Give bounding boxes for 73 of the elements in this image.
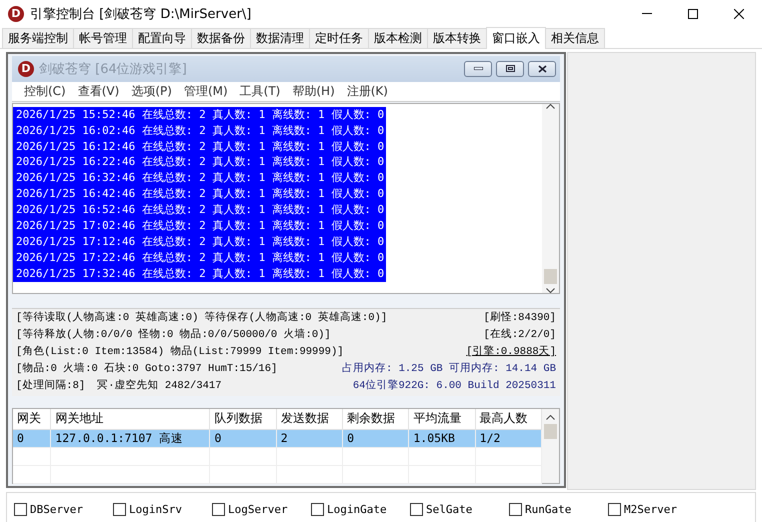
column-header[interactable]: 队列数据	[210, 409, 276, 429]
status-text: [引擎:0.9888天]	[466, 345, 556, 360]
checkbox[interactable]	[410, 503, 423, 516]
checkbox[interactable]	[311, 503, 324, 516]
menu-item[interactable]: 查看(V)	[72, 82, 126, 100]
table-cell: 127.0.0.1:7107 高速	[50, 429, 210, 447]
minimize-button[interactable]	[464, 60, 492, 77]
menu-item[interactable]: 帮助(H)	[286, 82, 341, 100]
status-text: [等待读取(人物高速:0 英雄高速:0) 等待保存(人物高速:0 英雄高速:0)]	[16, 311, 388, 326]
close-icon	[734, 8, 744, 18]
table-cell: 0	[210, 429, 276, 447]
table-cell: 2	[276, 429, 343, 447]
scroll-thumb[interactable]	[544, 269, 557, 284]
status-text: [等待释放(人物:0/0/0 怪物:0 物品:0/0/50000/0 火墙:0)]	[16, 328, 331, 343]
scroll-thumb[interactable]	[544, 424, 557, 439]
scrollbar[interactable]	[542, 409, 559, 483]
table-cell: 1.05KB	[408, 429, 476, 447]
close-icon	[538, 64, 546, 73]
checkbox-label[interactable]: RunGate	[525, 503, 572, 516]
restore-icon	[506, 65, 514, 72]
menu-item[interactable]: 工具(T)	[234, 82, 286, 100]
menu-item[interactable]: 控制(C)	[18, 82, 72, 100]
menu-item[interactable]: 注册(K)	[340, 82, 394, 100]
tab[interactable]: 帐号管理	[73, 28, 133, 48]
status-text: [刷怪:84390]	[484, 311, 556, 326]
tab[interactable]: 数据备份	[191, 28, 251, 48]
status-text: [物品:0 火墙:0 石块:0 Goto:3797 HumT:15/16]	[16, 362, 278, 377]
table-cell: 0	[342, 429, 409, 447]
table-cell: 1/2	[475, 429, 542, 447]
tab[interactable]: 版本检测	[368, 28, 428, 48]
restore-button[interactable]	[496, 60, 524, 77]
column-header[interactable]: 网关	[13, 409, 51, 429]
scrollbar[interactable]	[542, 104, 559, 293]
table-cell: 0	[13, 429, 51, 447]
minimize-icon	[642, 13, 652, 14]
maximize-icon	[688, 8, 698, 18]
tab[interactable]: 服务端控制	[2, 28, 74, 48]
close-button[interactable]	[528, 60, 556, 77]
column-header[interactable]: 网关地址	[50, 409, 210, 429]
checkbox-label[interactable]: LoginGate	[327, 503, 387, 516]
tab[interactable]: 版本转换	[427, 28, 487, 48]
table-row[interactable]: 0 127.0.0.1:7107 高速 0 2 0 1.05KB 1/2	[13, 429, 542, 447]
window-title: 引擎控制台 [剑破苍穹 D:\MirServer\]	[30, 6, 252, 22]
column-header[interactable]: 平均流量	[408, 409, 476, 429]
embedded-window-title: 剑破苍穹 [64位游戏引擎]	[39, 60, 187, 78]
checkbox[interactable]	[14, 503, 27, 516]
tab[interactable]: 定时任务	[309, 28, 369, 48]
checkbox[interactable]	[608, 503, 621, 516]
tab[interactable]: 配置向导	[132, 28, 192, 48]
app-logo: D	[8, 6, 24, 22]
status-text: 64位引擎922G: 6.00 Build 20250311	[352, 379, 556, 394]
status-text: [角色(List:0 Item:13584) 物品(List:79999 Item:99999)]	[16, 345, 344, 360]
checkbox[interactable]	[509, 503, 522, 516]
checkbox-label[interactable]: DBServer	[30, 503, 83, 516]
tab[interactable]: 窗口嵌入	[486, 27, 546, 49]
tab[interactable]: 相关信息	[545, 28, 605, 48]
status-text: 冥·虚空先知 2482/3417	[97, 379, 222, 394]
checkbox[interactable]	[212, 503, 225, 516]
checkbox-label[interactable]: LoginSrv	[129, 503, 182, 516]
status-text: 占用内存: 1.25 GB 可用内存: 14.14 GB	[342, 362, 556, 377]
minimize-icon	[474, 67, 482, 70]
menu-item[interactable]: 管理(M)	[178, 82, 234, 100]
tab[interactable]: 数据清理	[250, 28, 310, 48]
column-header[interactable]: 剩余数据	[342, 409, 409, 429]
checkbox[interactable]	[113, 503, 126, 516]
status-text: [处理间隔:8]	[16, 379, 86, 394]
checkbox-label[interactable]: SelGate	[426, 503, 472, 516]
column-header[interactable]: 发送数据	[276, 409, 343, 429]
status-text: [在线:2/2/0]	[484, 328, 556, 343]
menu-item[interactable]: 选项(P)	[125, 82, 178, 100]
checkbox-label[interactable]: LogServer	[228, 503, 288, 516]
checkbox-label[interactable]: M2Server	[624, 503, 677, 516]
app-logo: D	[18, 60, 34, 77]
